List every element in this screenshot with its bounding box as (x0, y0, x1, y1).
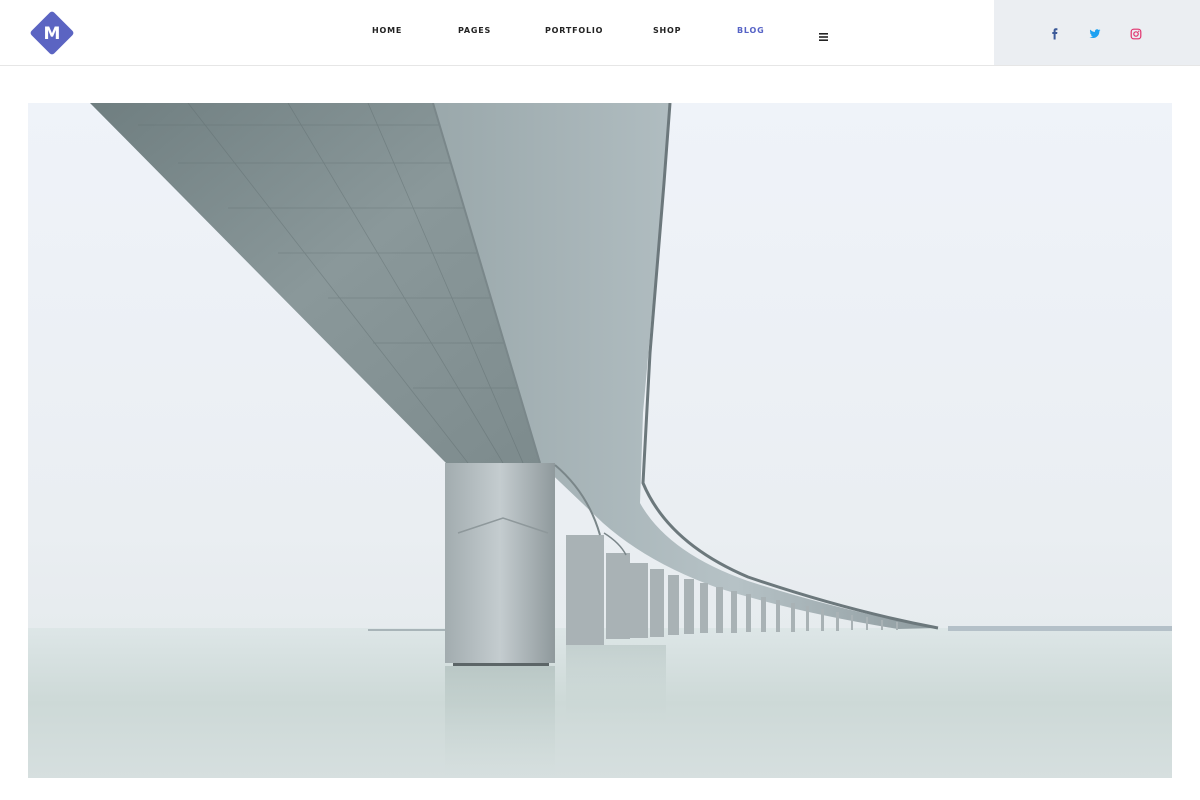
nav-item-pages[interactable]: PAGES (458, 26, 491, 40)
hamburger-icon[interactable] (819, 28, 828, 41)
site-header: M HOME PAGES PORTFOLIO SHOP BLOG (0, 0, 1200, 66)
nav-item-home[interactable]: HOME (372, 26, 402, 40)
facebook-icon[interactable] (1049, 27, 1061, 40)
logo-diamond-icon: M (30, 11, 74, 55)
nav-item-blog[interactable]: BLOG (737, 26, 764, 40)
instagram-icon[interactable] (1130, 27, 1142, 40)
nav-item-shop[interactable]: SHOP (653, 26, 681, 40)
bridge-photo (28, 103, 1172, 778)
hero-image (28, 103, 1172, 778)
logo-letter: M (44, 24, 61, 44)
logo[interactable]: M (28, 9, 76, 57)
twitter-icon[interactable] (1089, 27, 1101, 39)
nav-item-portfolio[interactable]: PORTFOLIO (545, 26, 603, 40)
social-links (994, 0, 1200, 65)
